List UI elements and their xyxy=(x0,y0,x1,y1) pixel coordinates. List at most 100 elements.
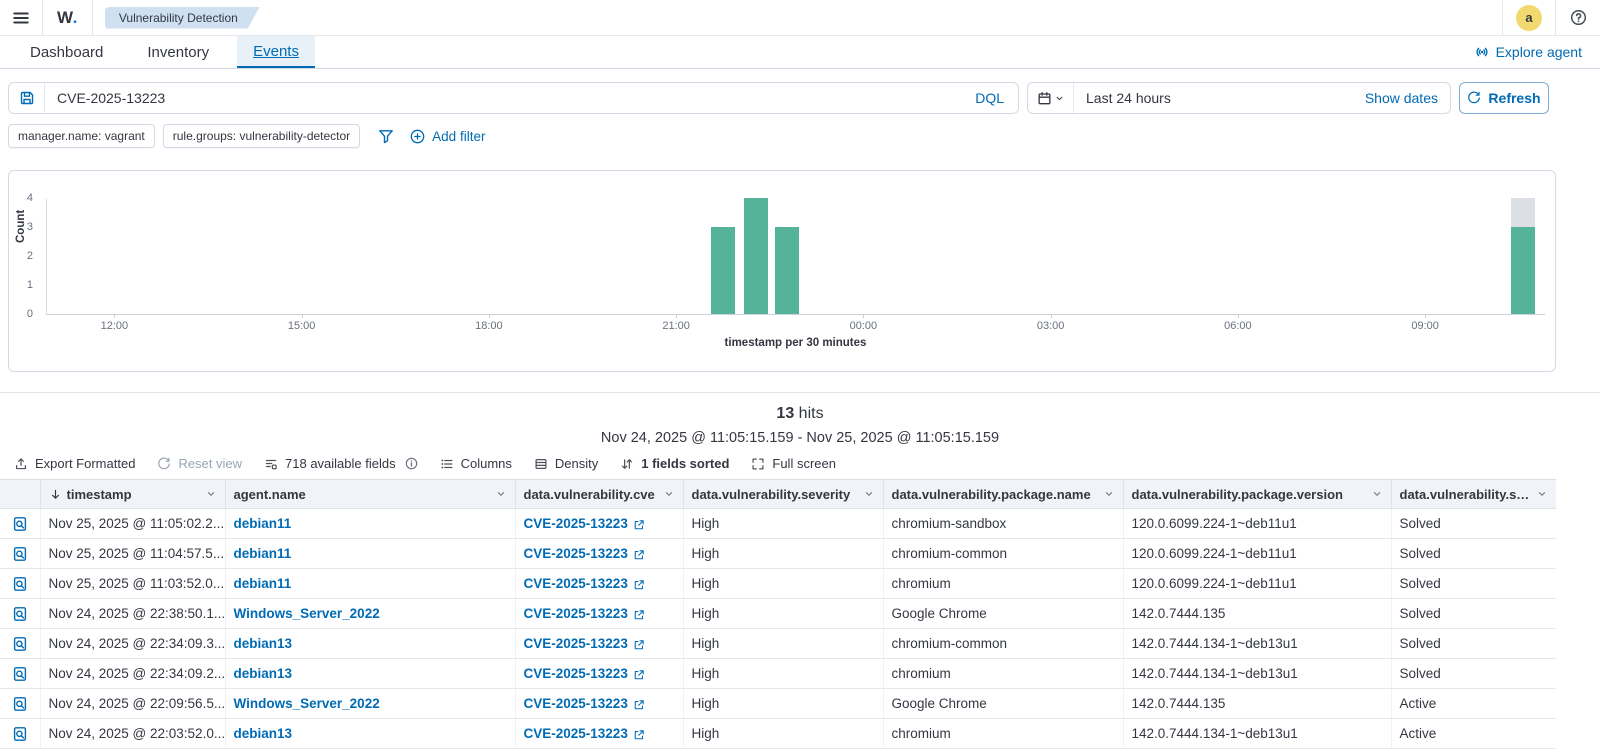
expand-document-button[interactable] xyxy=(0,718,41,749)
calendar-icon xyxy=(1037,91,1052,106)
cell-package-name: chromium xyxy=(883,718,1124,749)
expand-document-button[interactable] xyxy=(0,508,41,539)
chevron-down-icon[interactable] xyxy=(1371,488,1383,500)
cell-vulnerability-cve[interactable]: CVE-2025-13223 xyxy=(515,628,684,659)
available-fields-button[interactable]: 718 available fields xyxy=(264,456,418,471)
info-icon[interactable] xyxy=(405,457,418,470)
cell-vulnerability-cve[interactable]: CVE-2025-13223 xyxy=(515,568,684,599)
cell-status: Active xyxy=(1391,718,1556,749)
logo-dot: . xyxy=(72,7,78,27)
x-tick-mark xyxy=(863,314,865,318)
chevron-down-icon[interactable] xyxy=(663,488,675,500)
external-link-icon xyxy=(633,547,645,562)
tab-events[interactable]: Events xyxy=(237,36,315,68)
header-vulnerability-status[interactable]: data.vulnerability.status xyxy=(1390,479,1556,509)
events-table: timestamp agent.name data.vulnerability.… xyxy=(0,479,1556,749)
filter-pill-manager-name[interactable]: manager.name: vagrant xyxy=(8,124,155,148)
filter-options-button[interactable] xyxy=(378,128,394,144)
events-histogram: Count 0 1 2 3 4 12:00 15:00 18:00 21:00 00:00 03:… xyxy=(8,170,1556,372)
cell-vulnerability-cve[interactable]: CVE-2025-13223 xyxy=(515,508,684,539)
user-menu-button[interactable]: a xyxy=(1503,0,1555,35)
query-input[interactable]: CVE-2025-13223 xyxy=(45,90,961,106)
header-package-name[interactable]: data.vulnerability.package.name xyxy=(882,479,1124,509)
cell-package-version: 142.0.7444.134-1~deb13u1 xyxy=(1123,628,1392,659)
header-agent-name[interactable]: agent.name xyxy=(224,479,516,509)
cell-vulnerability-cve[interactable]: CVE-2025-13223 xyxy=(515,718,684,749)
cell-agent-name[interactable]: Windows_Server_2022 xyxy=(225,598,516,629)
cell-package-name: Google Chrome xyxy=(883,598,1124,629)
cell-vulnerability-cve[interactable]: CVE-2025-13223 xyxy=(515,538,684,569)
expand-document-button[interactable] xyxy=(0,598,41,629)
cell-package-version: 120.0.6099.224-1~deb11u1 xyxy=(1123,568,1392,599)
fields-icon xyxy=(264,457,278,471)
full-screen-button[interactable]: Full screen xyxy=(751,456,836,471)
reset-view-button[interactable]: Reset view xyxy=(157,456,242,471)
density-button[interactable]: Density xyxy=(534,456,598,471)
wazuh-logo[interactable]: W. xyxy=(43,8,92,28)
cell-package-name: chromium xyxy=(883,568,1124,599)
cell-vulnerability-cve[interactable]: CVE-2025-13223 xyxy=(515,598,684,629)
cell-vulnerability-cve[interactable]: CVE-2025-13223 xyxy=(515,688,684,719)
chevron-down-icon[interactable] xyxy=(205,488,217,500)
expand-document-button[interactable] xyxy=(0,538,41,569)
header-package-version[interactable]: data.vulnerability.package.version xyxy=(1122,479,1392,509)
filter-pill-rule-groups[interactable]: rule.groups: vulnerability-detector xyxy=(162,124,361,148)
x-axis-title: timestamp per 30 minutes xyxy=(724,337,867,349)
cell-package-version: 142.0.7444.135 xyxy=(1123,688,1392,719)
help-button[interactable] xyxy=(1556,0,1600,35)
grid-toolbar: Export Formatted Reset view 718 availabl… xyxy=(0,456,1600,471)
columns-button[interactable]: Columns xyxy=(440,456,512,471)
x-tick-label: 03:00 xyxy=(1036,320,1065,332)
quick-select-button[interactable] xyxy=(1028,83,1074,113)
external-link-icon xyxy=(633,637,645,652)
chevron-down-icon[interactable] xyxy=(1536,488,1548,500)
fullscreen-icon xyxy=(751,457,765,471)
cell-status: Solved xyxy=(1391,658,1556,689)
fields-sorted-button[interactable]: 1 fields sorted xyxy=(620,456,729,471)
cell-agent-name[interactable]: Windows_Server_2022 xyxy=(225,688,516,719)
query-language-button[interactable]: DQL xyxy=(961,90,1018,106)
time-window: Nov 24, 2025 @ 11:05:15.159 - Nov 25, 20… xyxy=(600,430,1000,446)
cell-agent-name[interactable]: debian11 xyxy=(225,538,516,569)
header-timestamp[interactable]: timestamp xyxy=(39,479,226,509)
cell-agent-name[interactable]: debian13 xyxy=(225,718,516,749)
chevron-down-icon[interactable] xyxy=(1103,488,1115,500)
cell-agent-name[interactable]: debian11 xyxy=(225,508,516,539)
save-query-button[interactable] xyxy=(9,83,45,113)
cell-agent-name[interactable]: debian13 xyxy=(225,628,516,659)
time-range-value[interactable]: Last 24 hours xyxy=(1074,90,1171,106)
x-tick-mark xyxy=(488,314,490,318)
header-vulnerability-cve[interactable]: data.vulnerability.cve xyxy=(514,479,684,509)
cell-timestamp: Nov 24, 2025 @ 22:34:09.2... xyxy=(40,658,226,689)
expand-document-button[interactable] xyxy=(0,568,41,599)
histogram-bar[interactable] xyxy=(710,227,735,314)
expand-document-button[interactable] xyxy=(0,628,41,659)
plot-area[interactable]: 12:00 15:00 18:00 21:00 00:00 03:00 06:00 09:00 xyxy=(46,198,1545,332)
cell-status: Solved xyxy=(1391,508,1556,539)
show-dates-button[interactable]: Show dates xyxy=(1365,90,1450,106)
reset-icon xyxy=(157,457,171,471)
refresh-button[interactable]: Refresh xyxy=(1459,82,1549,114)
expand-document-button[interactable] xyxy=(0,658,41,689)
histogram-bar[interactable] xyxy=(775,227,799,314)
breadcrumb[interactable]: Vulnerability Detection xyxy=(105,7,260,29)
avatar: a xyxy=(1516,4,1542,31)
explore-agent-button[interactable]: Explore agent xyxy=(1474,36,1600,68)
tab-dashboard[interactable]: Dashboard xyxy=(14,36,119,68)
histogram-bar[interactable] xyxy=(743,198,768,314)
cell-timestamp: Nov 25, 2025 @ 11:04:57.5... xyxy=(40,538,226,569)
histogram-bar[interactable] xyxy=(1510,198,1535,314)
chevron-down-icon[interactable] xyxy=(495,488,507,500)
menu-button[interactable] xyxy=(0,0,42,35)
header-vulnerability-severity[interactable]: data.vulnerability.severity xyxy=(682,479,884,509)
table-row: Nov 24, 2025 @ 22:09:56.5... Windows_Serv… xyxy=(0,688,1556,719)
cell-agent-name[interactable]: debian11 xyxy=(225,568,516,599)
cell-agent-name[interactable]: debian13 xyxy=(225,658,516,689)
cell-vulnerability-cve[interactable]: CVE-2025-13223 xyxy=(515,658,684,689)
add-filter-button[interactable]: Add filter xyxy=(410,129,485,144)
chevron-down-icon[interactable] xyxy=(863,488,875,500)
export-formatted-button[interactable]: Export Formatted xyxy=(14,456,135,471)
expand-document-button[interactable] xyxy=(0,688,41,719)
x-tick-label: 15:00 xyxy=(287,320,316,332)
tab-inventory[interactable]: Inventory xyxy=(131,36,225,68)
